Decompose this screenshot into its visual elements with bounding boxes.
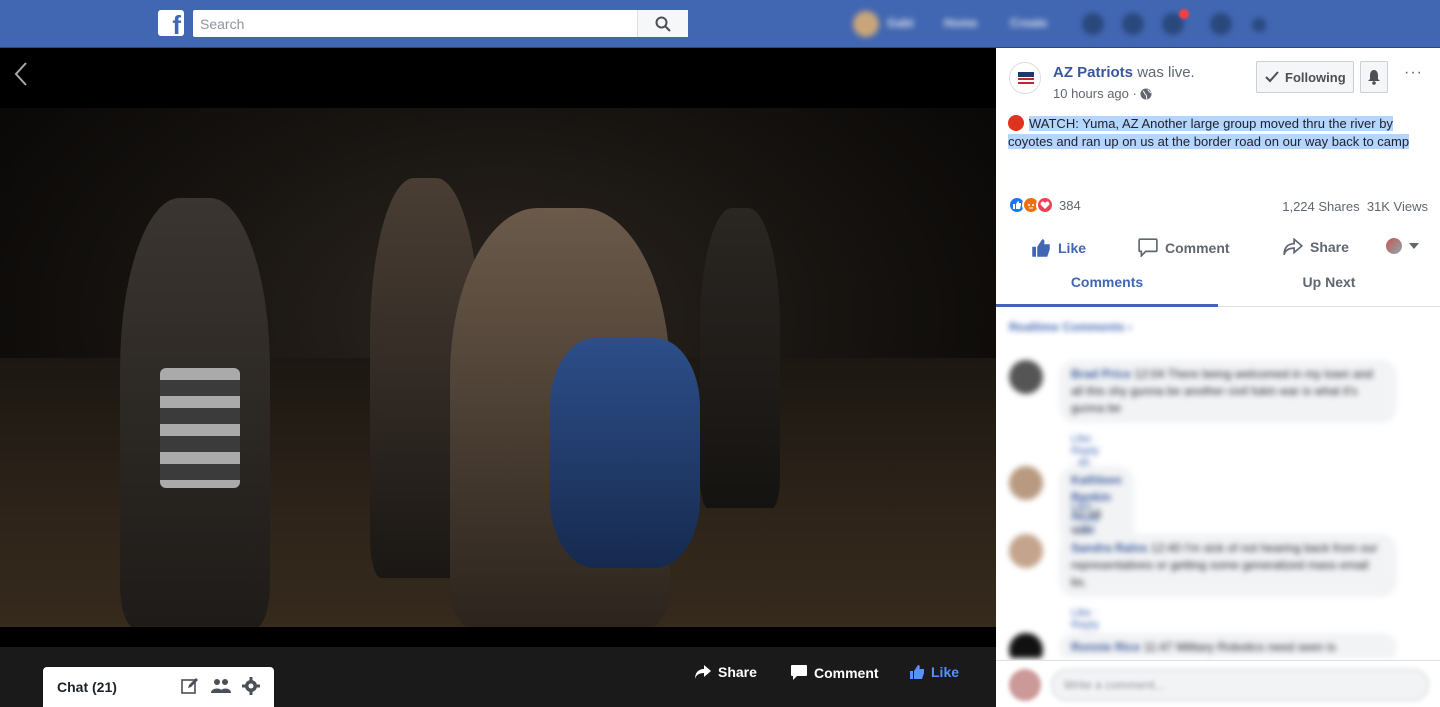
nav-home-link[interactable]: Home bbox=[944, 16, 977, 40]
video-vest-stripes bbox=[160, 368, 240, 488]
more-options-button[interactable]: ··· bbox=[1404, 64, 1423, 82]
comment-label: Comment bbox=[1165, 239, 1230, 256]
post-action-row: Like Comment Share bbox=[996, 238, 1440, 270]
realtime-comments-toggle[interactable]: Realtime Comments › bbox=[1009, 320, 1132, 334]
commenter-avatar[interactable] bbox=[1009, 534, 1043, 568]
following-label: Following bbox=[1285, 69, 1346, 85]
like-label: Like bbox=[1058, 240, 1087, 256]
post-message: WATCH: Yuma, AZ Another large group move… bbox=[1008, 115, 1430, 151]
comment-input[interactable]: Write a comment... bbox=[1051, 669, 1429, 701]
new-group-icon[interactable] bbox=[211, 677, 231, 695]
video-comment-button[interactable]: Comment bbox=[790, 664, 879, 681]
chat-settings-gear-icon[interactable] bbox=[242, 677, 260, 695]
video-comment-label: Comment bbox=[814, 664, 879, 681]
comment-bubble: Sandra Ralns 12:40 I'm sick of not heari… bbox=[1059, 534, 1397, 597]
comment-bubble: Ronnie Rice 11:47 Military Robotics need… bbox=[1059, 633, 1397, 658]
comment-actions[interactable]: Like · Reply · 11h bbox=[1071, 500, 1099, 536]
comment-button[interactable]: Comment bbox=[1138, 238, 1230, 257]
reactions-summary[interactable]: 384 bbox=[1008, 196, 1081, 214]
top-navigation-bar: f Gabi Home Create bbox=[0, 0, 1440, 48]
comment-bubble: Brad Price 12:04 There being welcomed in… bbox=[1059, 360, 1397, 423]
like-button[interactable]: Like bbox=[1031, 238, 1086, 258]
messenger-icon[interactable] bbox=[1122, 13, 1144, 35]
commenter-name[interactable]: Sandra Ralns bbox=[1071, 541, 1148, 555]
react-as-avatar bbox=[1386, 238, 1402, 254]
chat-tab[interactable]: Chat (21) bbox=[43, 667, 274, 707]
back-arrow-icon[interactable] bbox=[12, 60, 30, 88]
friend-requests-icon[interactable] bbox=[1082, 13, 1104, 35]
was-live-text: was live. bbox=[1137, 64, 1195, 81]
comment-time: 11:47 bbox=[1143, 640, 1173, 654]
live-red-dot-icon bbox=[1008, 115, 1024, 131]
commenter-name[interactable]: Ronnie Rice bbox=[1071, 640, 1140, 654]
comment-time: 12:04 bbox=[1134, 367, 1165, 381]
search-input[interactable] bbox=[193, 10, 633, 37]
video-backpack bbox=[550, 338, 700, 568]
comment-bubble-icon bbox=[1138, 238, 1158, 257]
search-button[interactable] bbox=[637, 10, 688, 37]
shares-count[interactable]: 1,224 Shares bbox=[1282, 199, 1359, 214]
checkmark-icon bbox=[1265, 71, 1279, 83]
video-like-label: Like bbox=[931, 664, 960, 680]
bell-icon bbox=[1368, 70, 1380, 85]
post-panel: AZ Patriots was live. 10 hours ago · Fol… bbox=[996, 48, 1440, 707]
comment-time: 12:40 bbox=[1151, 541, 1182, 555]
post-stats: 1,224 Shares 31K Views bbox=[1282, 199, 1428, 214]
post-message-text: WATCH: Yuma, AZ Another large group move… bbox=[1008, 116, 1410, 149]
love-reaction-icon bbox=[1036, 196, 1054, 214]
facebook-logo[interactable]: f bbox=[158, 10, 184, 40]
share-arrow-icon bbox=[1283, 238, 1303, 256]
comment-bubble-icon bbox=[791, 665, 807, 680]
commenter-avatar[interactable] bbox=[1009, 360, 1043, 394]
current-user-avatar bbox=[1009, 669, 1041, 701]
tab-comments[interactable]: Comments bbox=[996, 274, 1218, 290]
commenter-avatar[interactable] bbox=[1009, 633, 1043, 658]
account-menu-icon[interactable] bbox=[1252, 18, 1266, 32]
share-label: Share bbox=[1310, 239, 1349, 255]
video-share-label: Share bbox=[718, 664, 757, 680]
video-person-background bbox=[700, 208, 780, 508]
globe-icon bbox=[1140, 88, 1152, 99]
facebook-logo-letter: f bbox=[172, 10, 181, 40]
search-box bbox=[193, 10, 688, 37]
chevron-down-icon bbox=[1409, 243, 1419, 249]
write-comment-box: Write a comment... bbox=[996, 660, 1440, 707]
quick-help-icon[interactable] bbox=[1210, 13, 1232, 35]
react-as-selector[interactable] bbox=[1386, 238, 1419, 254]
comments-list: Realtime Comments › Brad Price 12:04 The… bbox=[996, 308, 1440, 658]
views-count: 31K Views bbox=[1366, 199, 1428, 214]
active-tab-indicator bbox=[996, 304, 1218, 307]
thumbs-up-icon bbox=[910, 665, 924, 679]
share-arrow-icon bbox=[695, 665, 711, 679]
post-time-link[interactable]: 10 hours ago · bbox=[1053, 86, 1137, 101]
new-message-icon[interactable] bbox=[181, 677, 199, 695]
notifications-bell-button[interactable] bbox=[1360, 61, 1388, 93]
share-button[interactable]: Share bbox=[1283, 238, 1349, 256]
panel-tabs: Comments Up Next bbox=[996, 270, 1440, 307]
page-name-link[interactable]: AZ Patriots bbox=[1053, 64, 1133, 81]
profile-avatar[interactable] bbox=[853, 11, 879, 37]
reaction-count: 384 bbox=[1059, 197, 1081, 213]
chat-label: Chat (21) bbox=[57, 679, 117, 695]
commenter-name[interactable]: Brad Price bbox=[1071, 367, 1131, 381]
commenter-avatar[interactable] bbox=[1009, 466, 1043, 500]
video-share-button[interactable]: Share bbox=[694, 664, 757, 680]
notification-badge bbox=[1179, 9, 1189, 19]
search-icon bbox=[655, 16, 671, 32]
az-patriots-logo-icon bbox=[1018, 72, 1034, 86]
page-avatar[interactable] bbox=[1009, 62, 1041, 94]
post-timestamp: 10 hours ago · bbox=[1053, 86, 1152, 101]
following-button[interactable]: Following bbox=[1256, 61, 1354, 93]
comment-actions[interactable]: Like · Reply · 4h bbox=[1071, 433, 1099, 469]
nav-create-link[interactable]: Create bbox=[1010, 16, 1047, 40]
thumbs-up-icon bbox=[1032, 239, 1050, 257]
tab-up-next[interactable]: Up Next bbox=[1218, 274, 1440, 290]
video-frame[interactable] bbox=[0, 108, 996, 627]
video-like-button[interactable]: Like bbox=[909, 664, 959, 680]
nav-profile-link[interactable]: Gabi bbox=[887, 16, 914, 40]
comment-text: Military Robotics need seen is bbox=[1176, 640, 1336, 654]
video-viewer: Share Comment Like bbox=[0, 48, 996, 707]
post-header: AZ Patriots was live. bbox=[1053, 64, 1195, 81]
